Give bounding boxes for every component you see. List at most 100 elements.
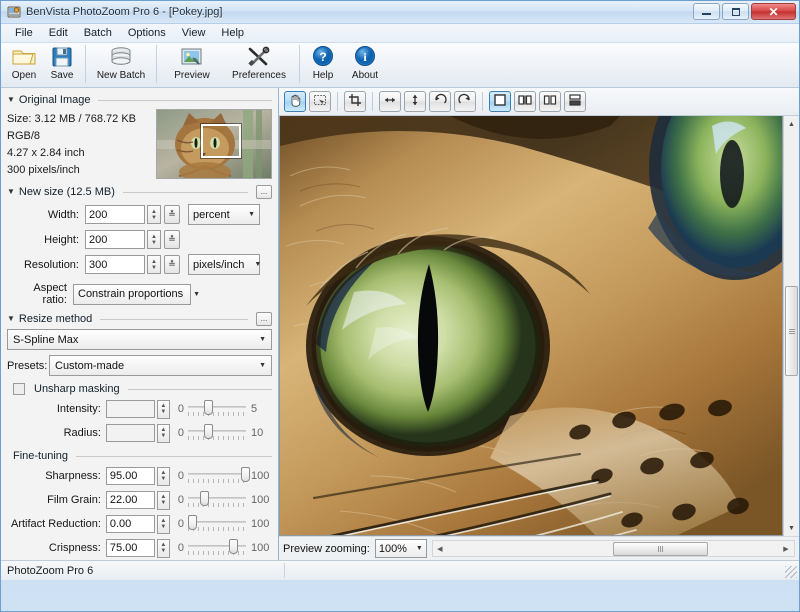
- flip-vertical-button[interactable]: [404, 91, 426, 112]
- resolution-unit-select[interactable]: pixels/inch ▼: [188, 254, 260, 275]
- scroll-right-button[interactable]: ▶: [779, 545, 793, 553]
- slider-knob[interactable]: [229, 539, 238, 554]
- resize-method-select[interactable]: S-Spline Max ▼: [7, 329, 272, 350]
- view-single-button[interactable]: [489, 91, 511, 112]
- resolution-stepper[interactable]: ▲▼: [147, 255, 161, 274]
- sharpness-stepper[interactable]: ▲▼: [157, 467, 170, 486]
- original-image-section-header[interactable]: ▼ Original Image: [7, 94, 272, 106]
- scroll-down-button[interactable]: ▼: [785, 521, 799, 535]
- toolbar-preview-button[interactable]: Preview: [161, 43, 223, 87]
- slider-knob[interactable]: [204, 424, 213, 439]
- toolbar-preferences-button[interactable]: Preferences: [223, 43, 295, 87]
- view-split-vertical-button[interactable]: [514, 91, 536, 112]
- original-thumbnail[interactable]: [156, 109, 272, 179]
- sharpness-slider[interactable]: [188, 466, 246, 486]
- slider-knob[interactable]: [204, 400, 213, 415]
- height-stepper[interactable]: ▲▼: [147, 230, 161, 249]
- toolbar-about-button[interactable]: i About: [342, 43, 388, 87]
- resolution-lock-button[interactable]: ≛: [164, 255, 180, 274]
- intensity-stepper[interactable]: ▲▼: [157, 400, 170, 419]
- minimize-button[interactable]: [693, 3, 720, 20]
- menu-edit[interactable]: Edit: [41, 25, 76, 41]
- menu-options[interactable]: Options: [120, 25, 174, 41]
- toolbar-save-button[interactable]: Save: [43, 43, 81, 87]
- intensity-row: Intensity: ▲▼ 0 5: [7, 399, 272, 419]
- presets-select[interactable]: Custom-made ▼: [49, 355, 272, 376]
- aspect-ratio-row: Aspect ratio: Constrain proportions ▼: [7, 282, 272, 306]
- radius-value[interactable]: [106, 424, 155, 442]
- width-lock-button[interactable]: ≛: [164, 205, 180, 224]
- divider: [100, 319, 248, 320]
- window-controls: ✕: [693, 3, 796, 20]
- slider-knob[interactable]: [188, 515, 197, 530]
- view-stacked-button[interactable]: [564, 91, 586, 112]
- menu-file[interactable]: File: [7, 25, 41, 41]
- menu-view[interactable]: View: [174, 25, 214, 41]
- artifact-reduction-stepper[interactable]: ▲▼: [157, 515, 170, 534]
- new-size-title: New size (12.5 MB): [19, 186, 115, 198]
- crispness-row: Crispness: 75.00 ▲▼ 0 100: [7, 538, 272, 558]
- sharpness-value[interactable]: 95.00: [106, 467, 155, 485]
- height-input[interactable]: [85, 230, 145, 249]
- original-image-body: Size: 3.12 MB / 768.72 KB RGB/8 4.27 x 2…: [7, 109, 272, 179]
- presets-label: Presets:: [7, 360, 49, 372]
- crispness-slider[interactable]: [188, 538, 246, 558]
- divider: [76, 456, 272, 457]
- sharpness-min: 0: [173, 470, 184, 482]
- flip-horizontal-button[interactable]: [379, 91, 401, 112]
- preview-horizontal-scrollbar[interactable]: ◀ ▶: [432, 540, 795, 557]
- scroll-left-button[interactable]: ◀: [433, 545, 447, 553]
- slider-knob[interactable]: [200, 491, 209, 506]
- slider-knob[interactable]: [241, 467, 250, 482]
- scroll-grip: [789, 329, 795, 334]
- thumbnail-selection-rect[interactable]: [201, 124, 241, 158]
- toolbar-open-button[interactable]: Open: [5, 43, 43, 87]
- toolbar-new-batch-button[interactable]: New Batch: [90, 43, 152, 87]
- menu-help[interactable]: Help: [213, 25, 252, 41]
- radius-slider[interactable]: [188, 423, 246, 443]
- radius-stepper[interactable]: ▲▼: [157, 424, 170, 443]
- toolbar-help-button[interactable]: ? Help: [304, 43, 342, 87]
- maximize-button[interactable]: [722, 3, 749, 20]
- artifact-reduction-value[interactable]: 0.00: [106, 515, 155, 533]
- artifact-reduction-slider[interactable]: [188, 514, 246, 534]
- new-size-options-button[interactable]: ...: [256, 185, 272, 199]
- crispness-stepper[interactable]: ▲▼: [157, 539, 170, 558]
- vertical-scroll-thumb[interactable]: [785, 286, 798, 376]
- radius-row: Radius: ▲▼ 0 10: [7, 423, 272, 443]
- height-lock-button[interactable]: ≛: [164, 230, 180, 249]
- crispness-value[interactable]: 75.00: [106, 539, 155, 557]
- preview-zoom-select[interactable]: 100% ▼: [375, 539, 427, 558]
- scroll-up-button[interactable]: ▲: [785, 117, 799, 131]
- intensity-value[interactable]: [106, 400, 155, 418]
- film-grain-stepper[interactable]: ▲▼: [157, 491, 170, 510]
- unsharp-masking-checkbox[interactable]: [13, 383, 25, 395]
- slider-ticks: [188, 479, 246, 483]
- horizontal-scroll-thumb[interactable]: [613, 542, 708, 556]
- film-grain-value[interactable]: 22.00: [106, 491, 155, 509]
- menu-batch[interactable]: Batch: [76, 25, 120, 41]
- close-button[interactable]: ✕: [751, 3, 796, 20]
- cat-eye-preview[interactable]: [279, 116, 783, 536]
- resize-method-options-button[interactable]: ...: [256, 312, 272, 326]
- new-size-section-header[interactable]: ▼ New size (12.5 MB) ...: [7, 185, 272, 199]
- aspect-ratio-value: Constrain proportions: [78, 288, 183, 300]
- resize-method-section-header[interactable]: ▼ Resize method ...: [7, 312, 272, 326]
- intensity-slider[interactable]: [188, 399, 246, 419]
- resolution-input[interactable]: [85, 255, 145, 274]
- rotate-left-button[interactable]: [429, 91, 451, 112]
- marquee-select-button[interactable]: [309, 91, 331, 112]
- film-grain-slider[interactable]: [188, 490, 246, 510]
- crop-tool-button[interactable]: [344, 91, 366, 112]
- width-stepper[interactable]: ▲▼: [147, 205, 161, 224]
- preview-vertical-scrollbar[interactable]: ▲ ▼: [783, 116, 799, 536]
- aspect-ratio-select[interactable]: Constrain proportions ▼: [73, 284, 191, 305]
- width-input[interactable]: [85, 205, 145, 224]
- rotate-right-button[interactable]: [454, 91, 476, 112]
- preview-zoom-label: Preview zooming:: [283, 543, 370, 555]
- hand-tool-button[interactable]: [284, 91, 306, 112]
- resize-grip[interactable]: [785, 566, 797, 578]
- view-side-by-side-button[interactable]: [539, 91, 561, 112]
- size-unit-select[interactable]: percent ▼: [188, 204, 260, 225]
- scroll-grip: [658, 546, 663, 552]
